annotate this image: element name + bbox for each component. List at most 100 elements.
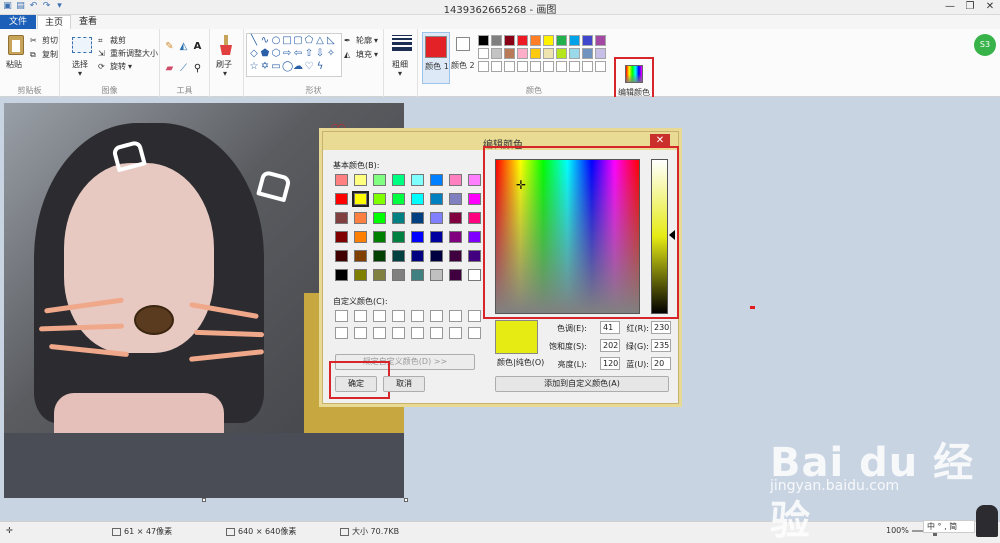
size-chevron-icon[interactable]: ▾ xyxy=(398,69,402,78)
palette-empty-swatch[interactable] xyxy=(582,61,593,72)
tab-file[interactable]: 文件 xyxy=(0,15,36,29)
basic-color-swatch[interactable] xyxy=(468,231,481,243)
palette-empty-swatch[interactable] xyxy=(504,61,515,72)
custom-color-swatch[interactable] xyxy=(335,327,348,339)
canvas-resize-handle[interactable] xyxy=(202,498,206,502)
basic-color-swatch[interactable] xyxy=(354,174,367,186)
palette-empty-swatch[interactable] xyxy=(569,61,580,72)
palette-empty-swatch[interactable] xyxy=(517,61,528,72)
custom-color-swatch[interactable] xyxy=(468,327,481,339)
basic-color-swatch[interactable] xyxy=(468,193,481,205)
resize-button[interactable]: ⇲ 重新调整大小 xyxy=(98,48,158,59)
basic-color-swatch[interactable] xyxy=(449,231,462,243)
palette-swatch[interactable] xyxy=(582,48,593,59)
restore-button[interactable]: ❐ xyxy=(960,0,980,14)
custom-color-swatch[interactable] xyxy=(468,310,481,322)
select-chevron-icon[interactable]: ▾ xyxy=(78,69,82,78)
basic-color-swatch[interactable] xyxy=(411,193,424,205)
magnifier-icon[interactable]: ⚲ xyxy=(192,63,203,74)
basic-color-swatch[interactable] xyxy=(449,193,462,205)
lightning-shape-icon[interactable]: ϟ xyxy=(315,62,325,72)
color2-label[interactable]: 颜色 2 xyxy=(451,60,475,71)
color2-swatch[interactable] xyxy=(456,37,470,51)
palette-swatch[interactable] xyxy=(478,48,489,59)
custom-color-swatch[interactable] xyxy=(392,310,405,322)
canvas-resize-handle[interactable] xyxy=(404,498,408,502)
right-triangle-shape-icon[interactable]: ◺ xyxy=(326,36,336,46)
custom-color-swatch[interactable] xyxy=(449,310,462,322)
paste-icon[interactable] xyxy=(8,35,24,55)
basic-color-swatch[interactable] xyxy=(468,269,481,281)
luminance-arrow-icon[interactable] xyxy=(669,230,675,240)
basic-color-swatch[interactable] xyxy=(430,250,443,262)
custom-color-swatch[interactable] xyxy=(411,310,424,322)
rotate-button[interactable]: ⟳ 旋转 ▾ xyxy=(98,61,132,72)
red-field[interactable]: 230 xyxy=(651,321,671,334)
basic-color-swatch[interactable] xyxy=(449,212,462,224)
basic-color-swatch[interactable] xyxy=(430,193,443,205)
rounded-rect-shape-icon[interactable]: ▢ xyxy=(293,36,303,46)
paste-button[interactable]: 粘贴 xyxy=(6,59,22,70)
custom-color-swatch[interactable] xyxy=(354,327,367,339)
palette-empty-swatch[interactable] xyxy=(491,61,502,72)
basic-color-swatch[interactable] xyxy=(449,269,462,281)
basic-color-swatch[interactable] xyxy=(335,174,348,186)
basic-color-swatch[interactable] xyxy=(411,250,424,262)
basic-color-swatch[interactable] xyxy=(392,193,405,205)
palette-swatch[interactable] xyxy=(517,35,528,46)
ok-button[interactable]: 确定 xyxy=(335,376,377,392)
basic-color-swatch[interactable] xyxy=(354,231,367,243)
oval-callout-shape-icon[interactable]: ◯ xyxy=(282,62,293,72)
basic-color-swatch[interactable] xyxy=(352,191,369,207)
palette-swatch[interactable] xyxy=(491,35,502,46)
tab-view[interactable]: 查看 xyxy=(72,15,104,29)
basic-color-swatch[interactable] xyxy=(430,212,443,224)
basic-color-swatch[interactable] xyxy=(373,250,386,262)
heart-shape-icon[interactable]: ♡ xyxy=(304,62,314,72)
callout-shape-icon[interactable]: ▭ xyxy=(271,62,281,72)
polygon-shape-icon[interactable]: ⬠ xyxy=(304,36,314,46)
palette-empty-swatch[interactable] xyxy=(595,61,606,72)
right-arrow-shape-icon[interactable]: ⇨ xyxy=(282,49,292,59)
basic-color-swatch[interactable] xyxy=(392,250,405,262)
basic-color-swatch[interactable] xyxy=(335,193,348,205)
star6-shape-icon[interactable]: ✡ xyxy=(260,62,270,72)
eraser-icon[interactable]: ▰ xyxy=(164,63,175,74)
basic-color-swatch[interactable] xyxy=(335,250,348,262)
basic-color-swatch[interactable] xyxy=(411,231,424,243)
outline-button[interactable]: ✒ 轮廓 ▾ xyxy=(344,35,378,46)
fill-bucket-icon[interactable]: ◭ xyxy=(178,41,189,52)
edit-colors-button[interactable]: 编辑颜色 xyxy=(614,57,654,100)
triangle-shape-icon[interactable]: △ xyxy=(315,36,325,46)
palette-empty-swatch[interactable] xyxy=(543,61,554,72)
fill-button[interactable]: ◭ 填充 ▾ xyxy=(344,49,378,60)
add-custom-color-button[interactable]: 添加到自定义颜色(A) xyxy=(495,376,669,392)
brush-icon[interactable] xyxy=(216,35,236,57)
basic-color-swatch[interactable] xyxy=(468,250,481,262)
cut-button[interactable]: ✂ 剪切 xyxy=(30,35,58,46)
basic-color-swatch[interactable] xyxy=(373,212,386,224)
custom-color-swatch[interactable] xyxy=(411,327,424,339)
hexagon-shape-icon[interactable]: ⬡ xyxy=(271,49,281,59)
palette-swatch[interactable] xyxy=(517,48,528,59)
basic-color-swatch[interactable] xyxy=(392,231,405,243)
basic-color-swatch[interactable] xyxy=(392,212,405,224)
tab-home[interactable]: 主页 xyxy=(37,15,71,29)
basic-color-swatch[interactable] xyxy=(411,269,424,281)
cancel-button[interactable]: 取消 xyxy=(383,376,425,392)
basic-color-swatch[interactable] xyxy=(373,193,386,205)
custom-color-swatch[interactable] xyxy=(354,310,367,322)
custom-color-swatch[interactable] xyxy=(449,327,462,339)
text-tool-icon[interactable]: A xyxy=(192,41,203,52)
palette-swatch[interactable] xyxy=(504,35,515,46)
basic-color-swatch[interactable] xyxy=(449,174,462,186)
star5-shape-icon[interactable]: ☆ xyxy=(249,62,259,72)
custom-color-swatch[interactable] xyxy=(430,327,443,339)
cloud-callout-shape-icon[interactable]: ☁ xyxy=(293,62,303,72)
basic-color-swatch[interactable] xyxy=(411,174,424,186)
palette-swatch[interactable] xyxy=(504,48,515,59)
basic-color-swatch[interactable] xyxy=(430,174,443,186)
palette-swatch[interactable] xyxy=(569,35,580,46)
up-arrow-shape-icon[interactable]: ⇧ xyxy=(304,49,314,59)
palette-empty-swatch[interactable] xyxy=(556,61,567,72)
